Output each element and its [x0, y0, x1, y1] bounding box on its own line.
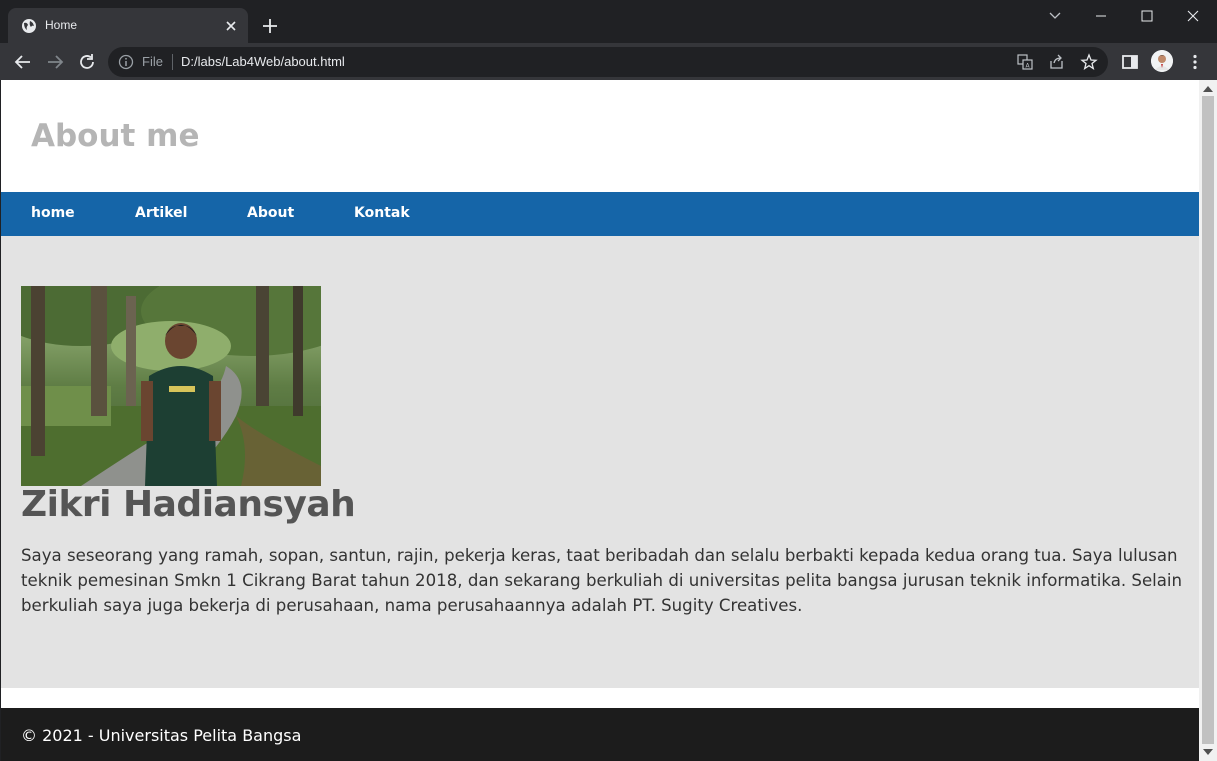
footer-copyright: © 2021 - Universitas Pelita Bangsa: [21, 726, 302, 745]
page-viewport: About me home Artikel About Kontak Zikri…: [1, 80, 1199, 761]
omnibox-divider: [172, 54, 173, 70]
tab-strip: Home: [0, 0, 1217, 43]
scroll-thumb[interactable]: [1202, 96, 1214, 744]
profile-photo: [21, 286, 321, 486]
close-icon[interactable]: [222, 17, 240, 35]
profile-bio: Saya seseorang yang ramah, sopan, santun…: [21, 546, 1183, 615]
chevron-down-icon[interactable]: [1045, 6, 1065, 26]
url-text[interactable]: D:/labs/Lab4Web/about.html: [181, 54, 345, 69]
scroll-up-arrow[interactable]: [1203, 86, 1213, 92]
star-icon[interactable]: [1080, 53, 1098, 71]
close-icon[interactable]: [1183, 6, 1203, 26]
translate-icon[interactable]: A: [1016, 53, 1034, 71]
scroll-down-arrow[interactable]: [1203, 749, 1213, 755]
scheme-label: File: [142, 54, 163, 69]
nav-about-link[interactable]: About: [247, 205, 294, 221]
page-scrollbar[interactable]: [1199, 80, 1217, 761]
profile-avatar-icon: [1151, 50, 1173, 72]
reload-icon[interactable]: [76, 51, 98, 73]
side-panel-icon[interactable]: [1120, 52, 1140, 72]
page-title: About me: [31, 118, 200, 154]
content-footer-gap: [1, 688, 1199, 708]
profile-name: Zikri Hadiansyah: [21, 484, 356, 525]
forward-icon[interactable]: [44, 51, 66, 73]
maximize-icon[interactable]: [1137, 6, 1157, 26]
nav-home-link[interactable]: home: [31, 205, 75, 221]
browser-tab[interactable]: Home: [8, 8, 248, 43]
avatar[interactable]: [1151, 50, 1173, 72]
tab-title: Home: [45, 18, 78, 32]
nav-kontak-link[interactable]: Kontak: [354, 205, 410, 221]
globe-icon: [22, 19, 36, 33]
back-icon[interactable]: [12, 51, 34, 73]
main-content: Zikri Hadiansyah Saya seseorang yang ram…: [1, 236, 1199, 688]
info-icon[interactable]: [118, 54, 134, 70]
nav-artikel-link[interactable]: Artikel: [135, 205, 187, 221]
site-header: About me: [1, 80, 1199, 192]
menu-icon[interactable]: [1185, 52, 1205, 72]
address-bar[interactable]: File D:/labs/Lab4Web/about.html A: [108, 47, 1108, 77]
site-footer: © 2021 - Universitas Pelita Bangsa: [1, 708, 1199, 761]
main-nav: home Artikel About Kontak: [1, 192, 1199, 236]
minimize-icon[interactable]: [1091, 6, 1111, 26]
share-icon[interactable]: [1048, 53, 1066, 71]
plus-icon[interactable]: [260, 16, 280, 36]
browser-toolbar: File D:/labs/Lab4Web/about.html A: [0, 43, 1217, 80]
